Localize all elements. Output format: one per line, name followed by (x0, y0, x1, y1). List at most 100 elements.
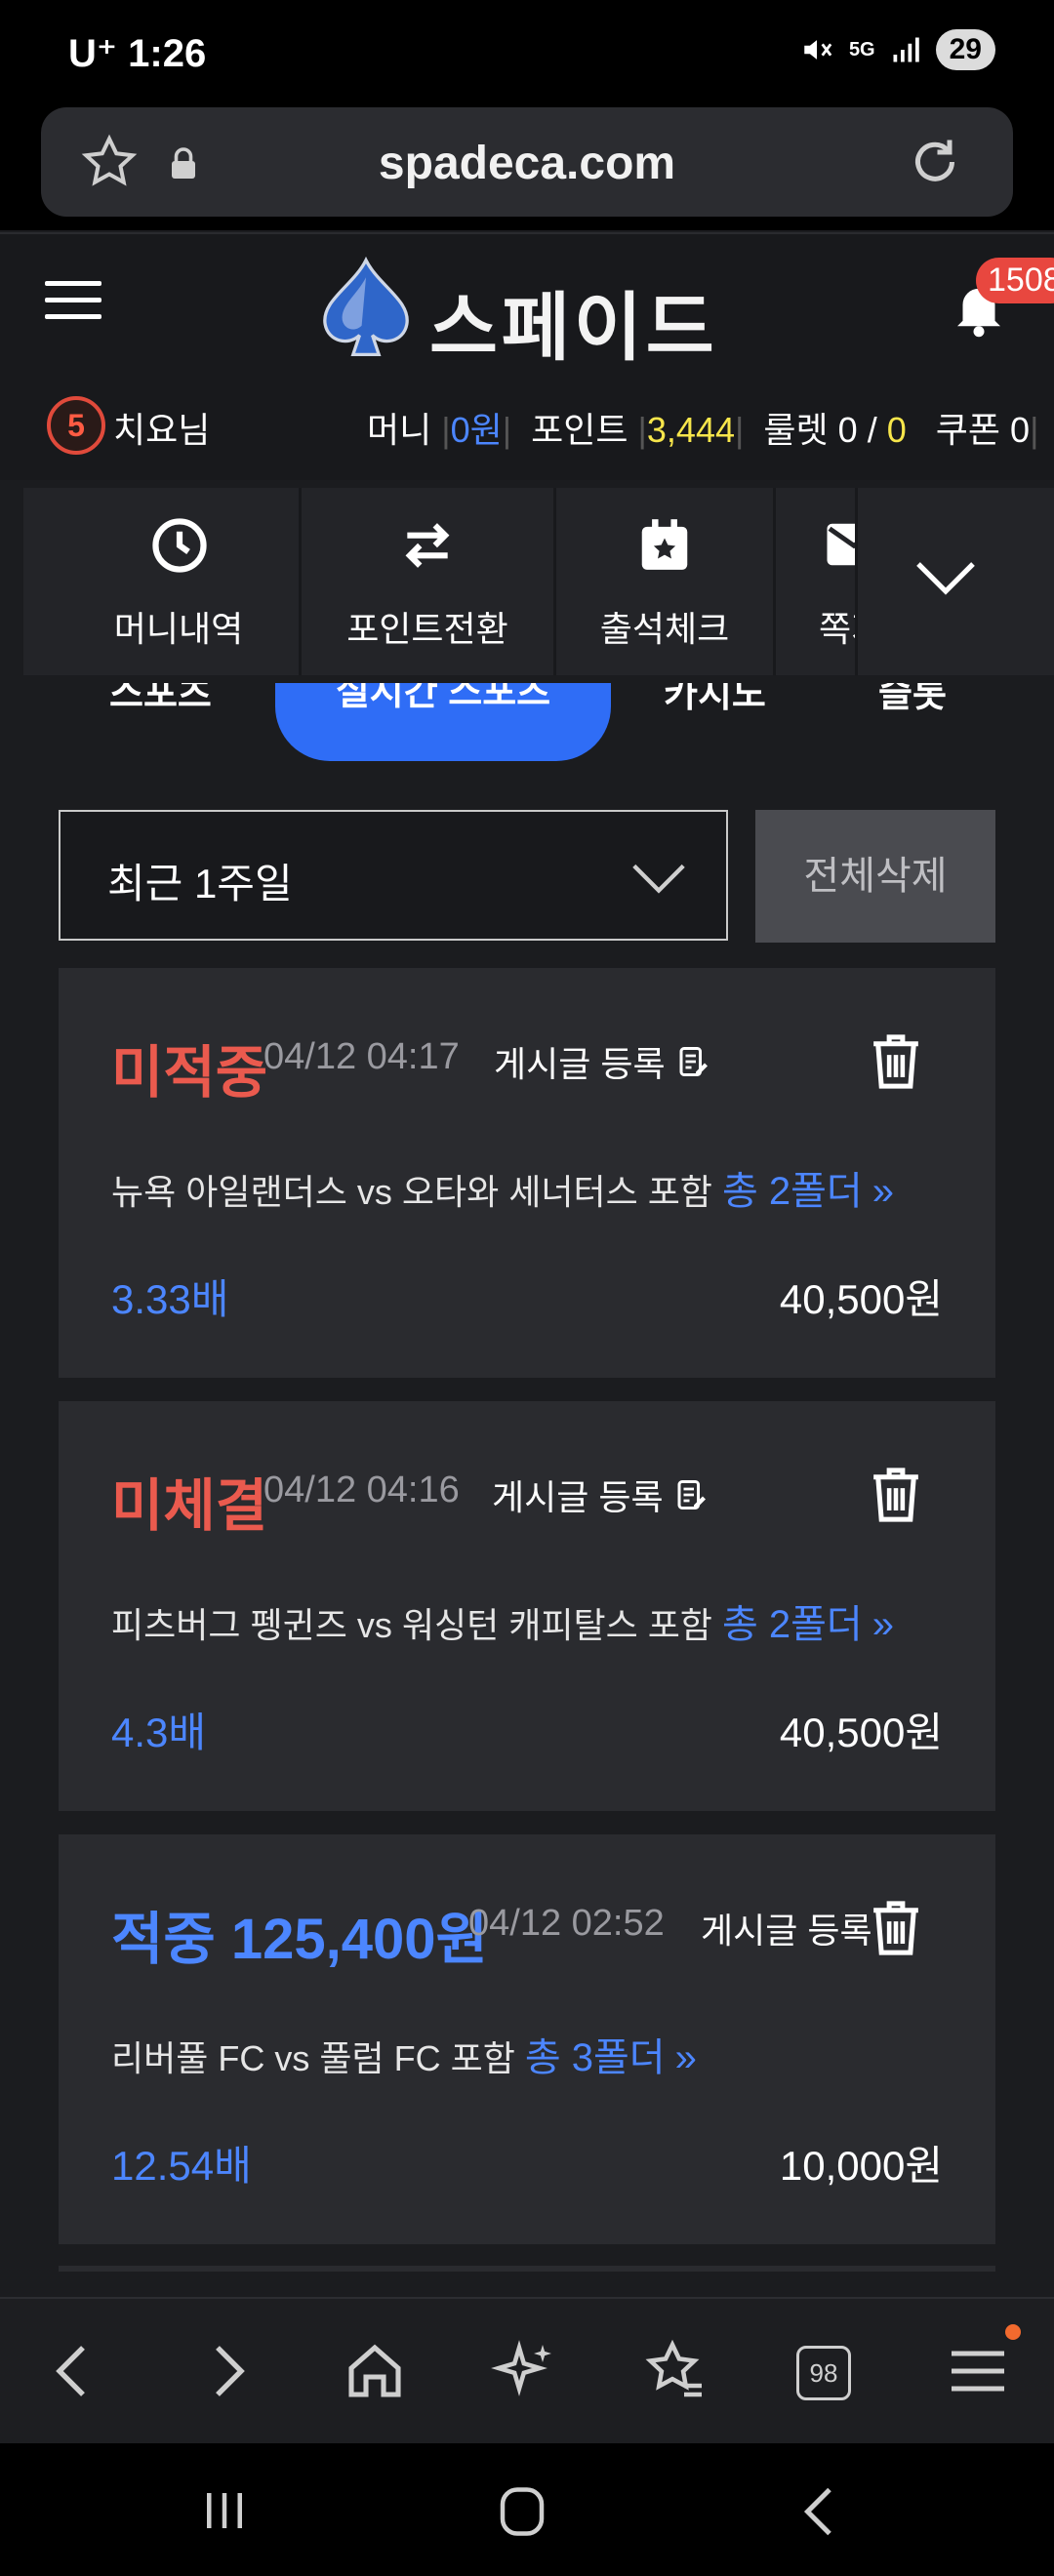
trash-icon[interactable] (869, 1030, 923, 1093)
recent-apps-icon[interactable] (195, 2484, 254, 2537)
menu-icon[interactable] (45, 269, 101, 331)
bet-amount: 10,000원 (779, 2143, 943, 2189)
signal-icon (893, 37, 919, 62)
roulette-label: 룰렛 (763, 410, 829, 450)
roulette-separator: / (867, 410, 877, 450)
trash-icon[interactable] (869, 1464, 923, 1526)
clock-icon (152, 518, 207, 573)
address-bar[interactable]: spadeca.com (41, 107, 1013, 217)
bet-datetime: 04/12 04:16 (264, 1469, 460, 1510)
point-label: 포인트 (531, 410, 628, 450)
quick-menu-label: 머니내역 (113, 609, 244, 649)
bet-card: 미적중 04/12 04:17 게시글 등록 뉴욕 아일랜더스 vs 오타와 세… (59, 968, 995, 1378)
home-icon[interactable] (340, 2336, 410, 2406)
folder-count: 총 2폴더 (721, 1170, 863, 1213)
browser-toolbar: spadeca.com (0, 107, 1054, 230)
match-teams: 뉴욕 아일랜더스 vs 오타와 세너터스 포함 (111, 1172, 712, 1212)
site-logo-text[interactable]: 스페이드 (429, 267, 718, 375)
user-stats: 머니 |0원| 포인트 |3,444| 룰렛 0 / 0 쿠폰 0| (367, 410, 1039, 450)
forward-arrow-icon[interactable] (191, 2336, 262, 2406)
match-teams: 피츠버그 펭귄즈 vs 워싱턴 캐피탈스 포함 (111, 1605, 712, 1645)
back-arrow-icon[interactable] (39, 2336, 109, 2406)
sparkle-icon[interactable] (490, 2336, 560, 2406)
spade-logo-icon (323, 256, 409, 357)
bet-match[interactable]: 리버풀 FC vs 풀럼 FC 포함 총 3폴더 » (111, 2026, 697, 2082)
trash-icon[interactable] (869, 1897, 923, 1959)
category-tabs: 스포츠 실시간 스포츠 카지노 슬롯 (0, 683, 1054, 771)
match-teams: 리버풀 FC vs 풀럼 FC 포함 (111, 2038, 515, 2078)
menu-notification-dot (1005, 2324, 1021, 2340)
tabs-button[interactable]: 98 (789, 2336, 859, 2406)
post-register-label: 게시글 등록 (492, 1477, 664, 1517)
quick-menu-label: 포인트전환 (346, 609, 508, 649)
document-edit-icon (677, 1480, 706, 1509)
bet-status: 미체결 (111, 1474, 268, 1538)
roulette-value[interactable]: 0 (838, 410, 858, 450)
status-bar: U⁺ 1:26 5G 29 (0, 0, 1054, 107)
post-register-label: 게시글 등록 (494, 1044, 666, 1084)
post-register-link[interactable]: 게시글 등록 (492, 1469, 709, 1520)
home-button-icon[interactable] (488, 2482, 556, 2541)
bet-card: 적중 125,400원 04/12 02:52 게시글 등록 리버풀 FC vs… (59, 1834, 995, 2244)
bet-odds: 3.33배 (111, 1276, 229, 1322)
money-label: 머니 (367, 410, 432, 450)
battery-indicator: 29 (935, 29, 995, 70)
bet-amount: 40,500원 (779, 1276, 943, 1322)
quick-menu-label: 출석체크 (599, 609, 730, 649)
menu-icon[interactable] (943, 2336, 1013, 2406)
bet-datetime: 04/12 02:52 (468, 1903, 665, 1944)
url-text: spadeca.com (378, 138, 676, 189)
tab-count: 98 (796, 2346, 851, 2400)
back-button-icon[interactable] (790, 2482, 849, 2541)
bet-status: 미적중 (111, 1041, 268, 1105)
status-icons: 5G 29 (800, 29, 995, 70)
document-edit-icon (679, 1047, 708, 1076)
level-badge: 5 (47, 396, 105, 455)
tab-slot[interactable]: 슬롯 (878, 683, 947, 717)
period-select[interactable]: 최근 1주일 (59, 810, 728, 941)
quick-menu-expand-button[interactable] (855, 488, 1034, 675)
period-select-value: 최근 1주일 (107, 861, 293, 906)
bet-odds: 12.54배 (111, 2143, 252, 2189)
double-chevron-right-icon: » (674, 2036, 697, 2079)
double-chevron-right-icon: » (872, 1170, 894, 1213)
bet-status: 적중 125,400원 (111, 1908, 488, 1971)
delete-all-button[interactable]: 전체삭제 (755, 810, 995, 943)
tab-live-sports[interactable]: 실시간 스포츠 (275, 683, 611, 761)
user-info-bar: 5 치요님 머니 |0원| 포인트 |3,444| 룰렛 0 / 0 쿠폰 0| (0, 377, 1054, 480)
bet-odds: 4.3배 (111, 1710, 207, 1755)
notification-badge: 1508 (976, 258, 1054, 303)
user-name[interactable]: 치요님 (113, 402, 210, 453)
folder-count: 총 2폴더 (721, 1603, 863, 1646)
bookmarks-icon[interactable] (640, 2336, 710, 2406)
quick-menu-attendance[interactable]: 출석체크 (556, 488, 776, 675)
coupon-value[interactable]: 0 (1010, 410, 1030, 450)
bet-match[interactable]: 피츠버그 펭귄즈 vs 워싱턴 캐피탈스 포함 총 2폴더 » (111, 1592, 894, 1649)
bet-card: 미체결 04/12 04:16 게시글 등록 피츠버그 펭귄즈 vs 워싱턴 캐… (59, 1401, 995, 1811)
chevron-down-icon (632, 864, 685, 894)
coupon-label: 쿠폰 (935, 410, 1001, 450)
system-navigation-bar (0, 2443, 1054, 2576)
quick-menu-money-history[interactable]: 머니내역 (59, 488, 302, 675)
folder-count: 총 3폴더 (524, 2036, 666, 2079)
status-time: U⁺ 1:26 (68, 31, 206, 76)
bet-amount: 40,500원 (779, 1710, 943, 1755)
post-register-label: 게시글 등록 (701, 1911, 872, 1951)
chevron-down-icon (916, 562, 975, 595)
bet-datetime: 04/12 04:17 (264, 1036, 460, 1077)
mute-icon (804, 40, 832, 60)
double-chevron-right-icon: » (872, 1603, 894, 1646)
tab-casino[interactable]: 카지노 (664, 683, 766, 717)
post-register-link[interactable]: 게시글 등록 (494, 1036, 710, 1087)
quick-menu: 머니내역 포인트전환 출석체크 쪽지 (23, 488, 1054, 675)
post-register-link[interactable]: 게시글 등록 (701, 1903, 872, 1953)
clock-time: 1:26 (128, 32, 207, 75)
bet-match[interactable]: 뉴욕 아일랜더스 vs 오타와 세너터스 포함 총 2폴더 » (111, 1159, 894, 1216)
money-value[interactable]: 0원 (451, 410, 503, 450)
point-value[interactable]: 3,444 (647, 410, 735, 450)
swap-arrows-icon (405, 523, 450, 568)
quick-menu-point-exchange[interactable]: 포인트전환 (302, 488, 556, 675)
tab-sports[interactable]: 스포츠 (109, 683, 212, 717)
reload-icon[interactable] (906, 133, 964, 191)
roulette-total: 0 (886, 410, 907, 450)
